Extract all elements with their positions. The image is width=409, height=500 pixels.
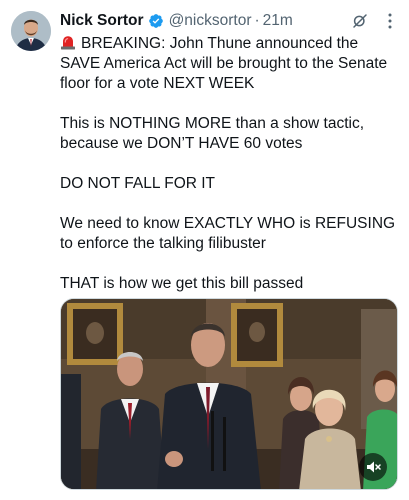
- more-options-icon[interactable]: [383, 12, 397, 30]
- tweet-paragraph: This is NOTHING MORE than a show tactic,…: [60, 115, 365, 152]
- author-name[interactable]: Nick Sortor: [60, 12, 144, 30]
- tweet-paragraph: BREAKING: John Thune announced the SAVE …: [60, 35, 388, 92]
- speaker-muted-icon: [367, 461, 381, 473]
- tweet-header: Nick Sortor @nicksortor · 21m: [60, 11, 401, 31]
- video-player[interactable]: [60, 298, 398, 490]
- tweet-paragraph: We need to know EXACTLY WHO is REFUSING …: [60, 215, 396, 252]
- verified-badge-icon: [148, 14, 163, 28]
- author-handle[interactable]: @nicksortor: [169, 12, 252, 30]
- grok-icon[interactable]: [351, 12, 369, 30]
- siren-icon: [61, 36, 75, 50]
- mute-button[interactable]: [359, 453, 387, 481]
- video-frame: [61, 299, 397, 489]
- tweet[interactable]: Nick Sortor @nicksortor · 21m BREAKING: …: [0, 0, 409, 500]
- tweet-text: BREAKING: John Thune announced the SAVE …: [60, 34, 402, 294]
- timestamp[interactable]: 21m: [263, 12, 293, 30]
- tweet-paragraph: DO NOT FALL FOR IT: [60, 175, 216, 192]
- separator-dot: ·: [254, 12, 260, 29]
- avatar[interactable]: [11, 11, 51, 51]
- tweet-paragraph: THAT is how we get this bill passed: [60, 275, 304, 292]
